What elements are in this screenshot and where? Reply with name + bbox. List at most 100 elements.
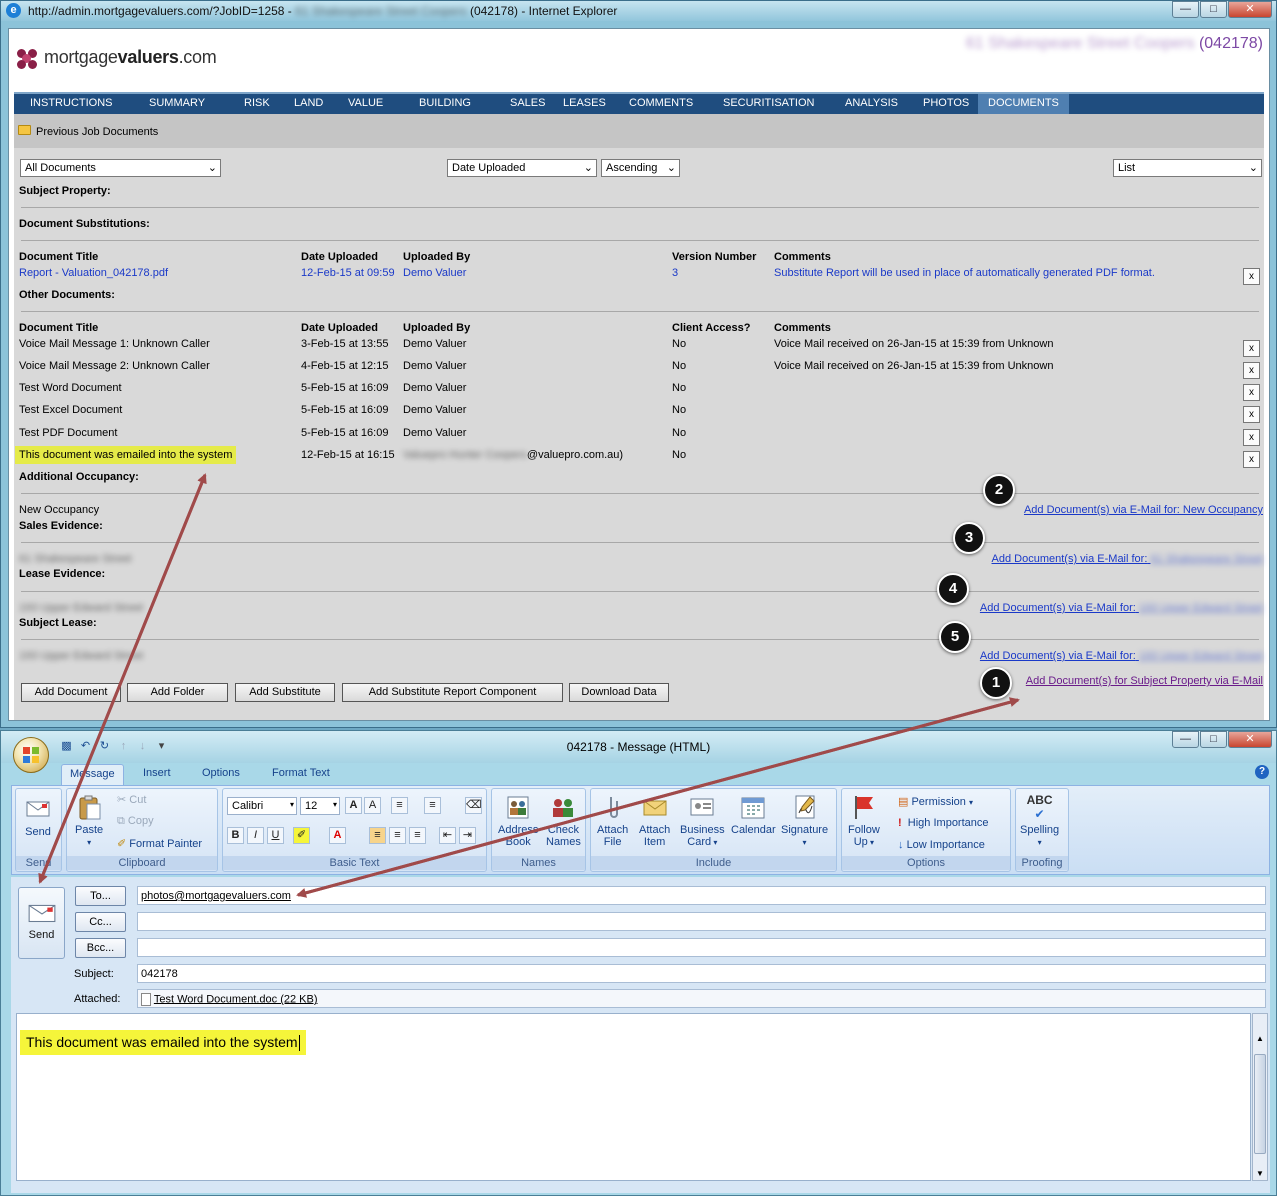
clear-formatting-icon[interactable]: ⌫ <box>465 797 482 814</box>
ribbon-tab-format-text[interactable]: Format Text <box>272 767 330 779</box>
ribbon-tab-message[interactable]: Message <box>61 764 124 786</box>
add-document-button[interactable]: Add Document <box>21 683 121 702</box>
tab-documents[interactable]: DOCUMENTS <box>978 94 1069 114</box>
check-names-button[interactable]: Check Names <box>546 793 581 848</box>
save-icon[interactable]: ▩ <box>59 739 74 754</box>
view-select[interactable]: List ⌄ <box>1113 159 1262 177</box>
grow-font-icon[interactable]: A <box>345 797 362 814</box>
add-substitute-report-component-button[interactable]: Add Substitute Report Component <box>342 683 563 702</box>
tab-summary[interactable]: SUMMARY <box>149 97 205 109</box>
calendar-button[interactable]: Calendar <box>731 793 776 836</box>
to-field[interactable]: photos@mortgagevaluers.com <box>137 886 1266 905</box>
document-title[interactable]: Test Excel Document <box>19 404 122 416</box>
ribbon-tab-insert[interactable]: Insert <box>143 767 171 779</box>
tab-building[interactable]: BUILDING <box>419 97 471 109</box>
business-card-button[interactable]: Business Card ▾ <box>680 793 725 848</box>
category-select[interactable]: All Documents ⌄ <box>20 159 221 177</box>
bcc-button[interactable]: Bcc... <box>75 938 126 958</box>
redo-icon[interactable]: ↻ <box>97 739 112 754</box>
maximize-button[interactable]: □ <box>1200 731 1227 748</box>
follow-up-button[interactable]: Follow Up ▾ <box>848 793 880 848</box>
email-link-subject-property[interactable]: Add Document(s) for Subject Property via… <box>1026 675 1263 687</box>
spelling-button[interactable]: ABC ✔ Spelling ▾ <box>1020 793 1059 848</box>
help-icon[interactable]: ? <box>1255 765 1269 779</box>
body-scrollbar[interactable]: ▲ ▼ <box>1252 1013 1268 1181</box>
delete-document-button[interactable]: x <box>1243 451 1260 468</box>
bullets-icon[interactable]: ≡ <box>391 797 408 814</box>
scrollbar-thumb[interactable] <box>1254 1054 1266 1154</box>
tab-instructions[interactable]: INSTRUCTIONS <box>30 97 113 109</box>
down-arrow-icon[interactable]: ↓ <box>135 739 150 754</box>
sort-by-select[interactable]: Date Uploaded ⌄ <box>447 159 597 177</box>
document-title[interactable]: Voice Mail Message 1: Unknown Caller <box>19 338 210 350</box>
low-importance-button[interactable]: ↓ Low Importance <box>898 839 985 851</box>
to-button[interactable]: To... <box>75 886 126 906</box>
document-title[interactable]: Voice Mail Message 2: Unknown Caller <box>19 360 210 372</box>
underline-icon[interactable]: U <box>267 827 284 844</box>
customize-toolbar-icon[interactable]: ▾ <box>154 739 169 754</box>
bcc-field[interactable] <box>137 938 1266 957</box>
download-data-button[interactable]: Download Data <box>569 683 669 702</box>
tab-land[interactable]: LAND <box>294 97 323 109</box>
minimize-button[interactable]: — <box>1172 1 1199 18</box>
send-ribbon-button[interactable]: Send <box>24 795 52 838</box>
add-folder-button[interactable]: Add Folder <box>127 683 228 702</box>
tab-securitisation[interactable]: SECURITISATION <box>723 97 814 109</box>
format-painter-button[interactable]: ✐ Format Painter <box>117 837 202 850</box>
tab-comments[interactable]: COMMENTS <box>629 97 693 109</box>
email-link-subject-lease[interactable]: Add Document(s) via E-Mail for: 193 Uppe… <box>980 650 1263 662</box>
subject-field[interactable]: 042178 <box>137 964 1266 983</box>
cut-button[interactable]: ✂ Cut <box>117 793 146 806</box>
document-title[interactable]: Test PDF Document <box>19 427 117 439</box>
up-arrow-icon[interactable]: ↑ <box>116 739 131 754</box>
align-center-icon[interactable]: ≡ <box>389 827 406 844</box>
substitution-document-link[interactable]: Report - Valuation_042178.pdf <box>19 267 168 279</box>
numbering-icon[interactable]: ≡ <box>424 797 441 814</box>
email-link-new-occupancy[interactable]: Add Document(s) via E-Mail for: New Occu… <box>1024 504 1263 516</box>
delete-document-button[interactable]: x <box>1243 406 1260 423</box>
attachment-link[interactable]: Test Word Document.doc (22 KB) <box>154 993 318 1005</box>
delete-document-button[interactable]: x <box>1243 362 1260 379</box>
font-name-select[interactable]: Calibri ▾ <box>227 797 297 815</box>
align-right-icon[interactable]: ≡ <box>409 827 426 844</box>
delete-document-button[interactable]: x <box>1243 429 1260 446</box>
message-body[interactable]: This document was emailed into the syste… <box>16 1013 1251 1181</box>
tab-analysis[interactable]: ANALYSIS <box>845 97 898 109</box>
tab-sales[interactable]: SALES <box>510 97 545 109</box>
copy-button[interactable]: ⧉ Copy <box>117 815 154 828</box>
delete-document-button[interactable]: x <box>1243 340 1260 357</box>
cc-field[interactable] <box>137 912 1266 931</box>
add-substitute-button[interactable]: Add Substitute <box>235 683 335 702</box>
align-left-icon[interactable]: ≡ <box>369 827 386 844</box>
permission-button[interactable]: ▤ Permission ▾ <box>898 795 973 808</box>
decrease-indent-icon[interactable]: ⇤ <box>439 827 456 844</box>
shrink-font-icon[interactable]: A <box>364 797 381 814</box>
undo-icon[interactable]: ↶ <box>78 739 93 754</box>
address-book-button[interactable]: Address Book <box>498 793 538 848</box>
font-color-icon[interactable]: A <box>329 827 346 844</box>
attach-item-button[interactable]: Attach Item <box>639 793 670 848</box>
email-link-lease-evidence[interactable]: Add Document(s) via E-Mail for: 193 Uppe… <box>980 602 1263 614</box>
high-importance-button[interactable]: ! High Importance <box>898 817 989 829</box>
attach-file-button[interactable]: Attach File <box>597 793 628 848</box>
increase-indent-icon[interactable]: ⇥ <box>459 827 476 844</box>
document-title[interactable]: Test Word Document <box>19 382 122 394</box>
previous-job-documents-bar[interactable]: Previous Job Documents <box>14 114 1264 148</box>
minimize-button[interactable]: — <box>1172 731 1199 748</box>
delete-substitution-button[interactable]: x <box>1243 268 1260 285</box>
sort-order-select[interactable]: Ascending ⌄ <box>601 159 680 177</box>
italic-icon[interactable]: I <box>247 827 264 844</box>
tab-leases[interactable]: LEASES <box>563 97 606 109</box>
tab-risk[interactable]: RISK <box>244 97 270 109</box>
paste-button[interactable]: Paste ▾ <box>75 793 103 848</box>
emailed-document-title[interactable]: This document was emailed into the syste… <box>15 446 237 464</box>
maximize-button[interactable]: □ <box>1200 1 1227 18</box>
cc-button[interactable]: Cc... <box>75 912 126 932</box>
highlight-icon[interactable]: ✐ <box>293 827 310 844</box>
bold-icon[interactable]: B <box>227 827 244 844</box>
signature-button[interactable]: Signature ▾ <box>781 793 828 848</box>
tab-photos[interactable]: PHOTOS <box>923 97 969 109</box>
delete-document-button[interactable]: x <box>1243 384 1260 401</box>
close-button[interactable]: ✕ <box>1228 731 1272 748</box>
tab-value[interactable]: VALUE <box>348 97 383 109</box>
